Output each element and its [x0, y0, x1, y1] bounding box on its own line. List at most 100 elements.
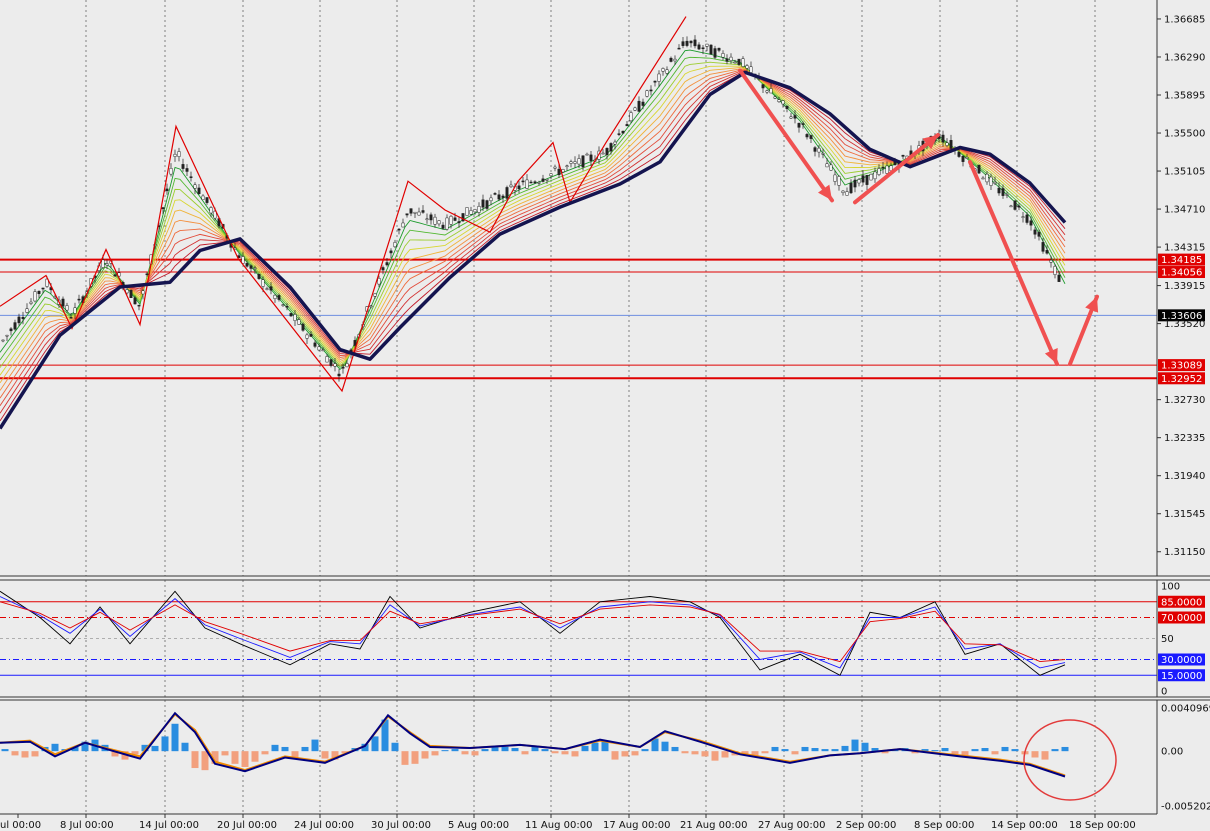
candle-body — [1, 339, 5, 342]
candle-body — [581, 155, 585, 168]
candle-body — [257, 273, 261, 279]
candle-body — [773, 96, 777, 99]
macd-bar — [1031, 751, 1039, 758]
candle-body — [165, 188, 169, 192]
candle-body — [241, 256, 245, 264]
macd-bar — [581, 745, 589, 752]
candle-body — [633, 107, 637, 111]
candle-body — [245, 263, 249, 267]
time-tick-10: 27 Aug 00:00 — [758, 820, 825, 831]
candle — [505, 185, 509, 201]
candle-body — [857, 179, 861, 184]
candle-body — [957, 152, 961, 157]
candle-body — [101, 259, 105, 268]
candle-body — [565, 165, 569, 168]
candle-body — [181, 164, 185, 169]
candle-body — [817, 147, 821, 153]
candle-body — [1005, 194, 1009, 196]
candle-body — [1017, 205, 1021, 208]
candle-body — [689, 40, 693, 44]
candle-body — [341, 366, 345, 369]
candle-body — [553, 166, 557, 169]
time-tick-14: 18 Sep 00:00 — [1069, 820, 1136, 831]
stoch-level-label-2: 30.0000 — [1161, 655, 1202, 666]
macd-bar — [301, 746, 309, 752]
candle-body — [557, 168, 561, 176]
candle-body — [749, 66, 753, 73]
macd-bar — [991, 751, 999, 755]
candle-body — [305, 334, 309, 339]
macd-bar — [1051, 749, 1059, 752]
price-tick-0: 1.36685 — [1164, 14, 1205, 25]
candle-body — [65, 305, 69, 311]
candle-body — [673, 58, 677, 62]
candle-body — [801, 123, 805, 125]
candle-body — [505, 187, 509, 199]
candle-body — [725, 58, 729, 62]
candle-body — [73, 307, 77, 314]
candle-body — [389, 250, 393, 254]
macd-bar — [571, 751, 579, 757]
candle-body — [901, 154, 905, 157]
candle-body — [549, 173, 553, 177]
candle-body — [457, 221, 461, 224]
candle-body — [829, 164, 833, 171]
candle-body — [885, 165, 889, 174]
candle-body — [405, 213, 409, 216]
candle-body — [541, 178, 545, 182]
macd-bar — [691, 751, 699, 755]
price-tick-9: 1.32730 — [1164, 395, 1205, 406]
candle — [709, 44, 713, 55]
candle-body — [161, 207, 165, 210]
candle-body — [333, 363, 337, 367]
candle-body — [525, 179, 529, 189]
candle-body — [33, 291, 37, 302]
stoch-level-label-0: 85.0000 — [1161, 597, 1202, 608]
candle-body — [697, 44, 701, 50]
candle-body — [285, 306, 289, 308]
candle-body — [313, 342, 317, 347]
stoch-tick-0: 100 — [1161, 582, 1180, 593]
candle-body — [9, 328, 13, 332]
macd-bar — [261, 751, 269, 755]
candle-body — [441, 224, 445, 229]
candle-body — [25, 308, 29, 313]
candle-body — [701, 47, 705, 50]
time-tick-12: 8 Sep 00:00 — [914, 820, 974, 831]
candle-body — [793, 115, 797, 119]
candle-body — [853, 179, 857, 188]
candle-body — [345, 363, 349, 368]
candle-body — [977, 164, 981, 174]
candle-body — [321, 349, 325, 352]
candle-body — [997, 187, 1001, 194]
time-tick-11: 2 Sep 00:00 — [836, 820, 896, 831]
candle-body — [473, 209, 477, 213]
candle-body — [625, 124, 629, 127]
macd-bar — [221, 751, 229, 756]
macd-bar — [681, 751, 689, 754]
time-tick-6: 5 Aug 00:00 — [448, 820, 509, 831]
candle-body — [1049, 259, 1053, 263]
candle-body — [745, 65, 749, 69]
candle-body — [337, 373, 341, 377]
candle-body — [125, 289, 129, 294]
candle-body — [209, 207, 213, 214]
time-tick-9: 21 Aug 00:00 — [680, 820, 747, 831]
candle-body — [585, 153, 589, 156]
candle-body — [205, 197, 209, 203]
candle-body — [761, 84, 765, 89]
candle-body — [621, 130, 625, 134]
candle-body — [29, 301, 33, 304]
macd-bar — [711, 751, 719, 761]
candle-body — [485, 200, 489, 209]
candle-body — [981, 177, 985, 180]
candle-body — [201, 195, 205, 201]
candle-body — [545, 179, 549, 181]
candle-body — [325, 356, 329, 363]
stoch-tick-2: 0 — [1161, 687, 1167, 698]
level-label-0: 1.34185 — [1161, 255, 1202, 266]
candle-body — [941, 134, 945, 143]
candle-body — [261, 279, 265, 287]
macd-bar — [481, 749, 489, 752]
candle-body — [21, 316, 25, 319]
